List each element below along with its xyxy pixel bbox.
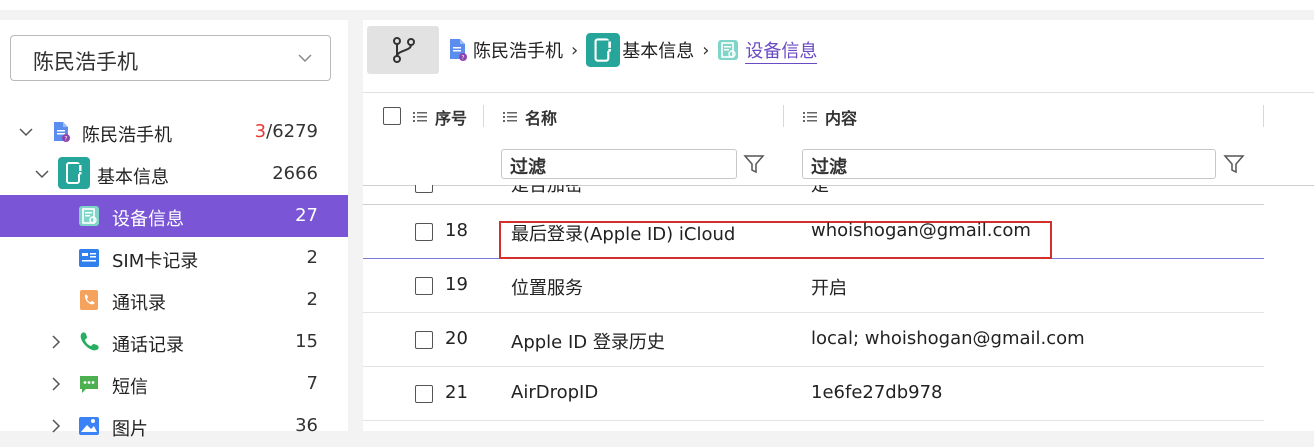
column-header-content[interactable]: 内容 xyxy=(803,105,857,129)
filter-icon[interactable] xyxy=(1223,153,1245,175)
chevron-right-icon[interactable] xyxy=(48,418,64,434)
table-row[interactable]: 18 最后登录(Apple ID) iCloud whoishogan@gmai… xyxy=(363,205,1264,259)
tree-item-contacts[interactable]: 通讯录 2 xyxy=(0,279,348,321)
tree-item-label: 短信 xyxy=(112,377,148,398)
cell-value: 开启 xyxy=(811,278,847,299)
column-separator[interactable] xyxy=(783,105,784,127)
list-icon xyxy=(803,112,817,122)
tree-item-count: 36 xyxy=(295,415,318,436)
chevron-down-icon[interactable] xyxy=(34,166,50,182)
tree-item-count: 2666 xyxy=(272,163,318,184)
column-header-name[interactable]: 名称 xyxy=(503,105,557,129)
left-panel: 陈民浩手机 ? 陈民浩手机 3/6279 基本信息 2666 设备信息 27 S… xyxy=(0,20,348,440)
basic-info-icon xyxy=(586,33,621,67)
tree-item-sms[interactable]: 短信 7 xyxy=(0,363,348,405)
cell-value: local; whoishogan@gmail.com xyxy=(811,328,1085,349)
sim-card-icon xyxy=(79,249,99,267)
tree-item-count: 27 xyxy=(295,205,318,226)
cell-index: 20 xyxy=(445,328,468,349)
breadcrumb-item-device-info[interactable]: 设备信息 xyxy=(745,37,818,64)
list-icon xyxy=(503,112,517,122)
cell-index: 18 xyxy=(445,220,468,241)
device-info-icon xyxy=(79,206,99,226)
row-checkbox[interactable] xyxy=(415,277,433,295)
tree-item-label: 通讯录 xyxy=(112,293,166,314)
cell-value: 1e6fe27db978 xyxy=(811,382,943,403)
phone-file-icon: ? xyxy=(450,39,467,62)
tree-item-label: 陈民浩手机 xyxy=(82,125,172,146)
breadcrumb-separator: › xyxy=(702,39,710,61)
filter-icon[interactable] xyxy=(743,153,765,175)
chevron-right-icon[interactable] xyxy=(48,376,64,392)
breadcrumb: ? 陈民浩手机 › 基本信息 › 设备信息 xyxy=(447,32,818,68)
tree-item-device-info[interactable]: 设备信息 27 xyxy=(0,195,348,237)
tree-item-count: 2 xyxy=(306,247,318,268)
contacts-icon xyxy=(80,290,98,310)
svg-text:?: ? xyxy=(64,136,67,143)
tree-item-sim[interactable]: SIM卡记录 2 xyxy=(0,237,348,279)
table-row[interactable]: 20 Apple ID 登录历史 local; whoishogan@gmail… xyxy=(363,313,1264,367)
cell-name: 最后登录(Apple ID) iCloud xyxy=(511,224,736,245)
tree-item-call-log[interactable]: 通话记录 15 xyxy=(0,321,348,363)
row-checkbox[interactable] xyxy=(415,223,433,241)
tree-item-basic-info[interactable]: 基本信息 2666 xyxy=(0,153,348,195)
right-panel: ? 陈民浩手机 › 基本信息 › 设备信息 序号 名称 内容 过滤 过滤 是否加… xyxy=(363,20,1314,431)
sms-icon xyxy=(80,376,98,393)
image-icon xyxy=(79,417,99,435)
breadcrumb-separator: › xyxy=(571,39,579,61)
tree-item-count: 3/6279 xyxy=(254,121,318,142)
filter-input-content[interactable]: 过滤 xyxy=(802,149,1216,179)
cell-name: AirDropID xyxy=(511,382,599,403)
breadcrumb-item-basic-info[interactable]: 基本信息 xyxy=(622,37,694,63)
device-info-icon xyxy=(718,40,739,60)
list-icon xyxy=(413,112,427,122)
tree-item-images[interactable]: 图片 36 xyxy=(0,405,348,447)
row-checkbox[interactable] xyxy=(415,385,433,403)
tree-item-label: 基本信息 xyxy=(97,167,169,188)
chevron-down-icon xyxy=(298,54,312,63)
row-checkbox[interactable] xyxy=(415,331,433,349)
tree-item-count: 15 xyxy=(295,331,318,352)
column-header-index[interactable]: 序号 xyxy=(413,105,467,129)
tree-item-label: 设备信息 xyxy=(112,209,184,230)
column-separator[interactable] xyxy=(1263,105,1264,127)
branch-icon xyxy=(393,37,415,63)
tree-item-count: 2 xyxy=(306,289,318,310)
cell-name: 位置服务 xyxy=(511,278,583,299)
tree-item-label: 图片 xyxy=(112,419,148,440)
row-checkbox[interactable] xyxy=(415,185,433,193)
tree-item-label: 通话记录 xyxy=(112,335,184,356)
top-strip xyxy=(0,0,1314,10)
tree-item-label: SIM卡记录 xyxy=(112,251,199,272)
device-selector-value: 陈民浩手机 xyxy=(33,50,138,74)
cell-index: 19 xyxy=(445,274,468,295)
column-separator[interactable] xyxy=(483,105,484,127)
branch-button[interactable] xyxy=(367,26,439,74)
data-table: 序号 名称 内容 过滤 过滤 是否加密 是 18 最后登录(Apple ID) … xyxy=(363,92,1314,431)
cell-name: 是否加密 xyxy=(511,185,583,196)
cell-value: whoishogan@gmail.com xyxy=(811,220,1031,241)
tree-item-count: 7 xyxy=(306,373,318,394)
svg-text:?: ? xyxy=(461,55,464,62)
device-selector[interactable]: 陈民浩手机 xyxy=(10,35,331,81)
basic-info-icon xyxy=(58,157,90,189)
table-header: 序号 名称 内容 过滤 过滤 xyxy=(363,92,1314,186)
table-row[interactable]: 21 AirDropID 1e6fe27db978 xyxy=(363,367,1264,421)
tree-item-phone[interactable]: ? 陈民浩手机 3/6279 xyxy=(0,111,348,153)
cell-index: 21 xyxy=(445,382,468,403)
breadcrumb-item-phone[interactable]: 陈民浩手机 xyxy=(473,37,563,63)
cell-name: Apple ID 登录历史 xyxy=(511,332,665,353)
chevron-right-icon[interactable] xyxy=(48,334,64,350)
phone-call-icon xyxy=(80,332,99,351)
cell-value: 是 xyxy=(811,185,829,196)
table-row-partial[interactable]: 是否加密 是 xyxy=(363,185,1264,205)
table-row[interactable]: 19 位置服务 开启 xyxy=(363,259,1264,313)
phone-file-icon: ? xyxy=(54,122,70,143)
filter-input-name[interactable]: 过滤 xyxy=(501,149,737,179)
chevron-down-icon[interactable] xyxy=(18,124,34,140)
select-all-checkbox[interactable] xyxy=(383,107,401,125)
